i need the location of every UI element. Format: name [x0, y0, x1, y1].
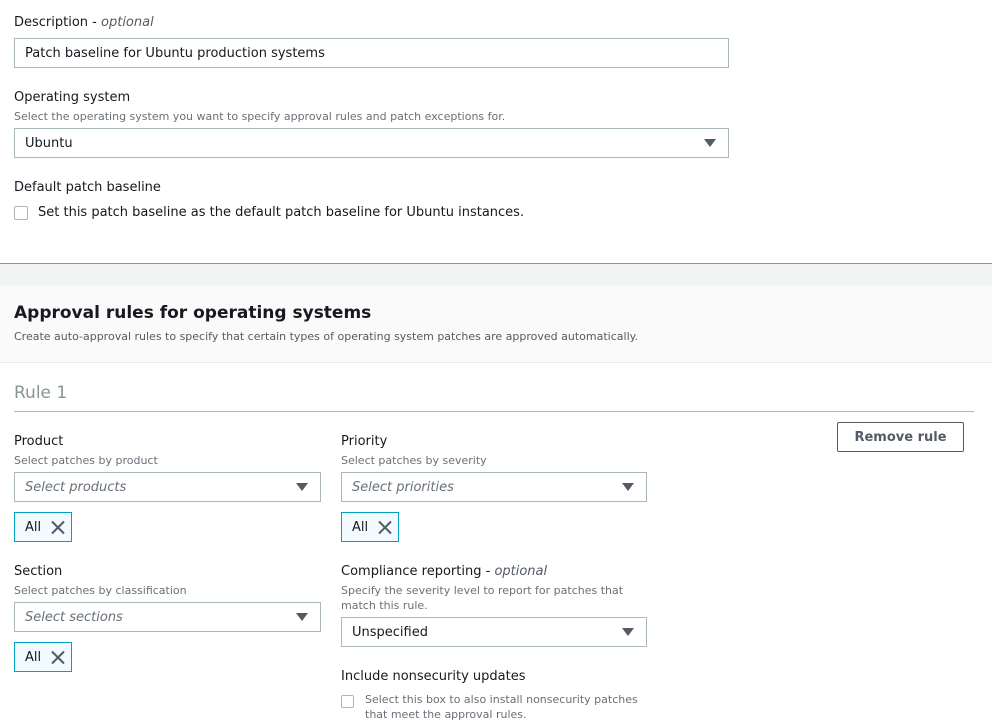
approval-rules-header-inner — [0, 285, 992, 363]
compliance-hint: Specify the severity level to report for… — [341, 584, 624, 612]
operating-system-label: Operating system — [14, 90, 131, 105]
approval-rules-title: Approval rules for operating systems — [14, 303, 372, 323]
description-label-text: Description — [14, 15, 89, 30]
nonsecurity-checkbox[interactable] — [341, 695, 354, 708]
section-select[interactable]: Select sections — [14, 602, 321, 632]
caret-down-icon — [704, 139, 716, 147]
optional-tag: optional — [494, 564, 548, 579]
close-icon[interactable] — [378, 520, 392, 534]
product-label: Product — [14, 434, 64, 449]
default-baseline-checkbox-label[interactable]: Set this patch baseline as the default p… — [38, 205, 524, 220]
compliance-value: Unspecified — [352, 624, 428, 640]
approval-rules-subtitle: Create auto-approval rules to specify th… — [14, 330, 639, 343]
compliance-label: Compliance reporting - optional — [341, 564, 548, 579]
operating-system-select[interactable]: Ubuntu — [14, 128, 729, 158]
description-label: Description - optional — [14, 15, 154, 30]
product-hint: Select patches by product — [14, 454, 158, 467]
product-token-label: All — [25, 519, 42, 535]
section-token-label: All — [25, 649, 42, 665]
priority-token-label: All — [352, 519, 369, 535]
priority-select[interactable]: Select priorities — [341, 472, 647, 502]
nonsecurity-checkbox-label[interactable]: Select this box to also install nonsecur… — [365, 692, 650, 722]
product-placeholder: Select products — [25, 479, 127, 495]
operating-system-hint: Select the operating system you want to … — [14, 110, 506, 123]
caret-down-icon — [296, 613, 308, 621]
section-placeholder: Select sections — [25, 609, 123, 625]
rule-title: Rule 1 — [14, 383, 68, 403]
priority-label: Priority — [341, 434, 388, 449]
optional-tag: optional — [101, 15, 154, 30]
priority-placeholder: Select priorities — [352, 479, 454, 495]
priority-token: All — [341, 512, 400, 542]
section-token: All — [14, 642, 73, 672]
default-baseline-label: Default patch baseline — [14, 180, 161, 195]
nonsecurity-label: Include nonsecurity updates — [341, 669, 526, 684]
product-select[interactable]: Select products — [14, 472, 321, 502]
section-label: Section — [14, 564, 63, 579]
rule-divider — [14, 411, 974, 412]
caret-down-icon — [296, 483, 308, 491]
operating-system-value: Ubuntu — [25, 135, 73, 151]
description-value: Patch baseline for Ubuntu production sys… — [25, 45, 325, 61]
priority-hint: Select patches by severity — [341, 454, 487, 467]
section-hint: Select patches by classification — [14, 584, 187, 597]
close-icon[interactable] — [51, 520, 65, 534]
compliance-label-text: Compliance reporting — [341, 564, 482, 579]
default-baseline-checkbox[interactable] — [14, 206, 28, 220]
description-input[interactable]: Patch baseline for Ubuntu production sys… — [14, 38, 729, 68]
caret-down-icon — [622, 483, 634, 491]
compliance-select[interactable]: Unspecified — [341, 617, 647, 647]
close-icon[interactable] — [51, 650, 65, 664]
product-token: All — [14, 512, 73, 542]
remove-rule-button[interactable]: Remove rule — [837, 422, 964, 452]
caret-down-icon — [622, 628, 634, 636]
